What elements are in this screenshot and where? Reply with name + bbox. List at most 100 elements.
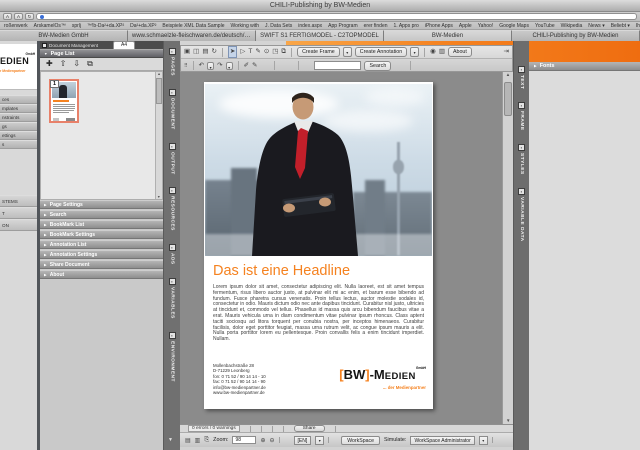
page-thumbnail[interactable]: 1	[49, 79, 79, 123]
create-annotation-button[interactable]: Create Annotation	[355, 47, 407, 57]
annotation-pen-icon[interactable]: ✎	[252, 61, 257, 71]
collapsed-panel-header[interactable]: ▶ BookMark List	[40, 220, 163, 229]
zoom-in-icon[interactable]: ⊕	[260, 437, 265, 444]
undo-icon[interactable]: ↶	[199, 61, 204, 71]
bookmark-item[interactable]: Google Maps	[499, 23, 529, 29]
left-vertical-tab[interactable]: ▪ PAGES	[164, 45, 180, 79]
simulate-select[interactable]: WorkSpace Administrator	[410, 436, 474, 445]
direct-select-tool-icon[interactable]: ▷	[240, 47, 245, 57]
select-tool-icon[interactable]: ➤	[228, 46, 237, 58]
undo-dropdown-icon[interactable]: ▾	[207, 62, 214, 70]
scrollbar-thumb[interactable]	[156, 78, 162, 104]
bookmark-item[interactable]: Beispiele XML Data Sample	[162, 23, 224, 29]
right-vertical-tab[interactable]: ▪ FRAME	[514, 99, 529, 134]
bw-medien-logo[interactable]: [BW]-MEDIENGmbH ... der Medienpartner	[326, 366, 426, 390]
open-icon[interactable]: ◫	[193, 47, 199, 57]
bookmark-item[interactable]: roßenwerk	[4, 23, 28, 29]
scroll-up-icon[interactable]: ▲	[506, 72, 510, 77]
zoom-out-icon[interactable]: ⊖	[269, 437, 274, 444]
site-menu-item[interactable]: T	[0, 207, 37, 219]
bookmark-item[interactable]: sprlj	[72, 23, 81, 29]
doc-view-icon[interactable]: ▥	[195, 437, 201, 444]
site-menu-item[interactable]: ettings	[0, 131, 37, 140]
eyedropper-icon[interactable]: ✐	[244, 61, 249, 71]
document-management-tab[interactable]: Document Management	[49, 43, 98, 48]
left-vertical-tab[interactable]: ▪ RESOURCES	[164, 184, 180, 234]
scroll-down-icon[interactable]: ▼	[157, 195, 161, 199]
bookmark-item[interactable]: Da²+da.XP²	[130, 23, 156, 29]
site-menu-item[interactable]: ces	[0, 95, 37, 104]
create-annotation-dropdown-icon[interactable]: ▾	[410, 47, 419, 57]
document-canvas[interactable]: Das ist eine Headline Lorem ipsum dolor …	[180, 72, 513, 424]
right-vertical-tab[interactable]: ▪ STYLES	[514, 141, 529, 178]
page-list-scrollbar[interactable]: ▲ ▼	[155, 72, 162, 199]
collapsed-panel-header[interactable]: ▶ Page Settings	[40, 200, 163, 209]
book-icon[interactable]: ▥	[439, 47, 445, 57]
page-body-text[interactable]: Lorem ipsum dolor sit amet, consectetur …	[213, 285, 424, 343]
right-vertical-tab[interactable]: ▪ TEXT	[514, 63, 529, 92]
bookmark-item[interactable]: ™!b-Da²+da.XP²	[87, 23, 124, 29]
fonts-panel-header[interactable]: ▶ Fonts	[529, 62, 640, 71]
bookmark-item[interactable]: index.aspx	[298, 23, 322, 29]
bookmark-item[interactable]: erer finden	[364, 23, 388, 29]
bookmark-item[interactable]: iPhone Apps	[425, 23, 453, 29]
preflight-icon[interactable]: ◉	[430, 47, 436, 57]
move-page-up-icon[interactable]: ⇧	[60, 59, 67, 69]
fit-page-icon[interactable]: ◳	[272, 47, 278, 57]
collapsed-panel-header[interactable]: ▶ BookMark Settings	[40, 230, 163, 239]
scroll-up-icon[interactable]: ▲	[157, 72, 161, 76]
collapse-panel-icon[interactable]: ⇥	[504, 47, 509, 57]
search-input[interactable]	[314, 61, 361, 70]
collapsed-panel-header[interactable]: ▶ Annotation Settings	[40, 250, 163, 259]
zoom-input[interactable]	[232, 436, 256, 444]
bookmark-item[interactable]: Beliebt ▾	[611, 23, 630, 29]
page-headline[interactable]: Das ist eine Headline	[213, 263, 350, 279]
move-page-down-icon[interactable]: ⇩	[73, 59, 80, 69]
left-vertical-tab[interactable]: ▪ DOCUMENT	[164, 86, 180, 133]
create-frame-button[interactable]: Create Frame	[297, 47, 340, 57]
duplicate-page-icon[interactable]: ⧉	[87, 59, 93, 69]
bookmark-item[interactable]: Wikipedia	[561, 23, 583, 29]
bookmark-item[interactable]: App Program	[328, 23, 357, 29]
redo-icon[interactable]: ↷	[217, 61, 222, 71]
reload-icon[interactable]: ↻	[25, 13, 34, 20]
browser-tab[interactable]: BW-Medien	[384, 30, 512, 41]
text-tool-icon[interactable]: T	[248, 47, 252, 57]
collapsed-panel-header[interactable]: ▶ Search	[40, 210, 163, 219]
site-menu-item[interactable]: s	[0, 140, 37, 149]
collapsed-panel-header[interactable]: ▶ Annotation List	[40, 240, 163, 249]
left-vertical-tab[interactable]: ▪ VARIABLES	[164, 275, 180, 322]
refresh-icon[interactable]: ↻	[211, 47, 216, 57]
bookmark-item[interactable]: News ▾	[588, 23, 604, 29]
text-smaller-button[interactable]: A	[3, 13, 12, 20]
format-tab-a4[interactable]: A4	[113, 41, 135, 49]
workspace-button[interactable]: WorkSpace	[341, 436, 380, 445]
page-list-header[interactable]: ▼ Page List	[40, 49, 163, 58]
url-input[interactable]	[36, 13, 637, 20]
bookmark-item[interactable]: 1. Apps pro	[394, 23, 419, 29]
about-button[interactable]: About	[448, 47, 472, 57]
left-vertical-tab[interactable]: ▪ OUTPUT	[164, 140, 180, 178]
collapsed-panel-header[interactable]: ▶ About	[40, 270, 163, 279]
page-view-icon[interactable]: ▤	[185, 437, 191, 444]
browser-tab[interactable]: www.schmaelzle-fleischwaren.de/deutsch/A…	[128, 30, 256, 41]
canvas-scrollbar[interactable]: ▲ ▼	[502, 72, 513, 424]
browser-tab[interactable]: CHILI-Publishing by BW-Medien	[512, 30, 640, 41]
left-vertical-tab[interactable]: ▪ ADS	[164, 241, 180, 268]
right-vertical-tab[interactable]: ▪ VARIABLE DATA	[514, 185, 529, 245]
redo-dropdown-icon[interactable]: ▾	[226, 62, 233, 70]
collapsed-panel-header[interactable]: ▶ Share Document	[40, 260, 163, 269]
bookmark-item[interactable]: Apple	[459, 23, 472, 29]
bookmark-item[interactable]: J. Data Sets	[265, 23, 292, 29]
document-page[interactable]: Das ist eine Headline Lorem ipsum dolor …	[204, 82, 433, 409]
import-icon[interactable]: ▤	[202, 47, 208, 57]
bookmark-item[interactable]: YouTube	[535, 23, 555, 29]
site-menu-item[interactable]: gs	[0, 122, 37, 131]
text-larger-button[interactable]: A	[14, 13, 23, 20]
site-menu-item[interactable]: mplates	[0, 104, 37, 113]
create-frame-dropdown-icon[interactable]: ▾	[343, 47, 352, 57]
canvas-scrollbar-thumb[interactable]	[504, 82, 512, 116]
bookmark-item[interactable]: Working with	[230, 23, 259, 29]
spread-view-icon[interactable]: ⧉	[281, 47, 286, 57]
bookmark-item[interactable]: ArskamelOs™	[34, 23, 66, 29]
